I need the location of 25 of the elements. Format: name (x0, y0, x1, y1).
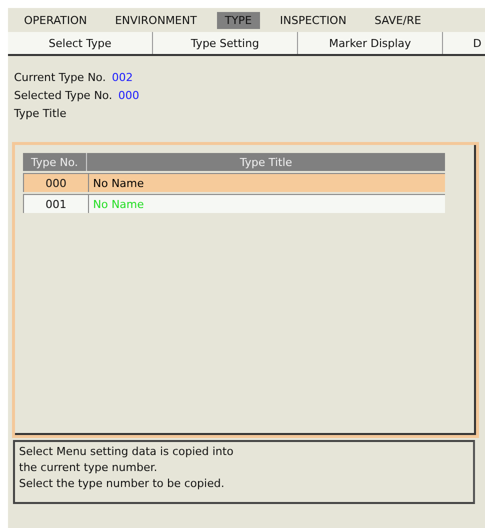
info-label: Selected Type No. (14, 89, 112, 102)
info-label: Type Title (14, 107, 66, 120)
info-label: Current Type No. (14, 71, 106, 84)
menu-tab[interactable]: ENVIRONMENT (106, 12, 205, 28)
table-cell: No Name (93, 198, 144, 210)
menu-tab[interactable]: TYPE (216, 12, 260, 28)
table-cell: 001 (23, 195, 89, 213)
info-value: 002 (112, 71, 133, 84)
message-text: Select Menu setting data is copied into (19, 444, 234, 460)
menu-tab[interactable]: SAVE/RE (366, 12, 430, 28)
table-row[interactable]: 001 No Name (23, 194, 445, 213)
info-value: 000 (118, 89, 140, 102)
menu-tab[interactable]: OPERATION (16, 12, 95, 28)
sub-tab[interactable]: Marker Display (328, 36, 412, 50)
sub-tab[interactable]: Select Type (48, 36, 112, 50)
message-text: Select the type number to be copied. (19, 476, 226, 492)
sub-tab[interactable]: D (473, 36, 482, 50)
table-row[interactable]: 000 No Name (23, 173, 445, 192)
menu-tab[interactable]: INSPECTION (272, 12, 354, 28)
table-cell: 000 (23, 174, 89, 192)
message-text: the current type number. (19, 460, 158, 476)
sub-tab[interactable]: Type Setting (190, 36, 260, 50)
column-header: Type Title (87, 153, 445, 171)
table-cell: No Name (93, 176, 144, 190)
column-header: Type No. (23, 153, 87, 171)
